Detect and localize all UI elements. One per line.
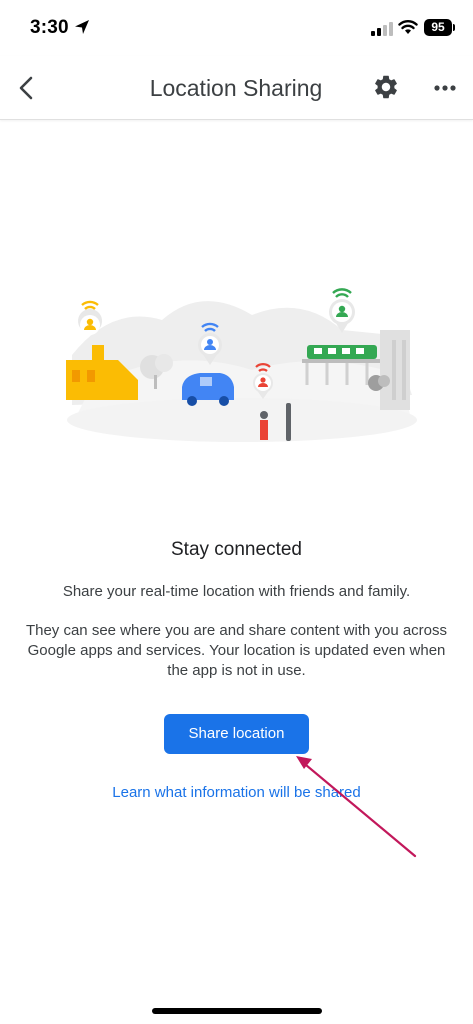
learn-more-link[interactable]: Learn what information will be shared [0,784,473,801]
location-arrow-icon [75,20,89,34]
wifi-icon [398,20,418,34]
description-primary: Share your real-time location with frien… [62,583,411,600]
share-location-button[interactable]: Share location [164,714,309,754]
battery-icon: 95 [424,19,452,36]
more-horizontal-icon[interactable] [431,76,459,100]
headline: Stay connected [171,539,302,560]
back-chevron-icon[interactable] [12,72,40,104]
status-bar: 3:30 95 [0,0,473,56]
annotation-arrow [296,756,417,858]
app-bar: Location Sharing [0,56,473,120]
page-title: Location Sharing [149,75,323,101]
home-indicator[interactable] [152,1008,322,1014]
battery-tip [453,24,455,31]
location-sharing-illustration [66,288,417,442]
status-time: 3:30 [30,17,69,38]
gear-icon[interactable] [372,73,400,101]
description-secondary: They can see where you are and share con… [25,622,448,679]
cellular-signal-icon [371,22,393,36]
